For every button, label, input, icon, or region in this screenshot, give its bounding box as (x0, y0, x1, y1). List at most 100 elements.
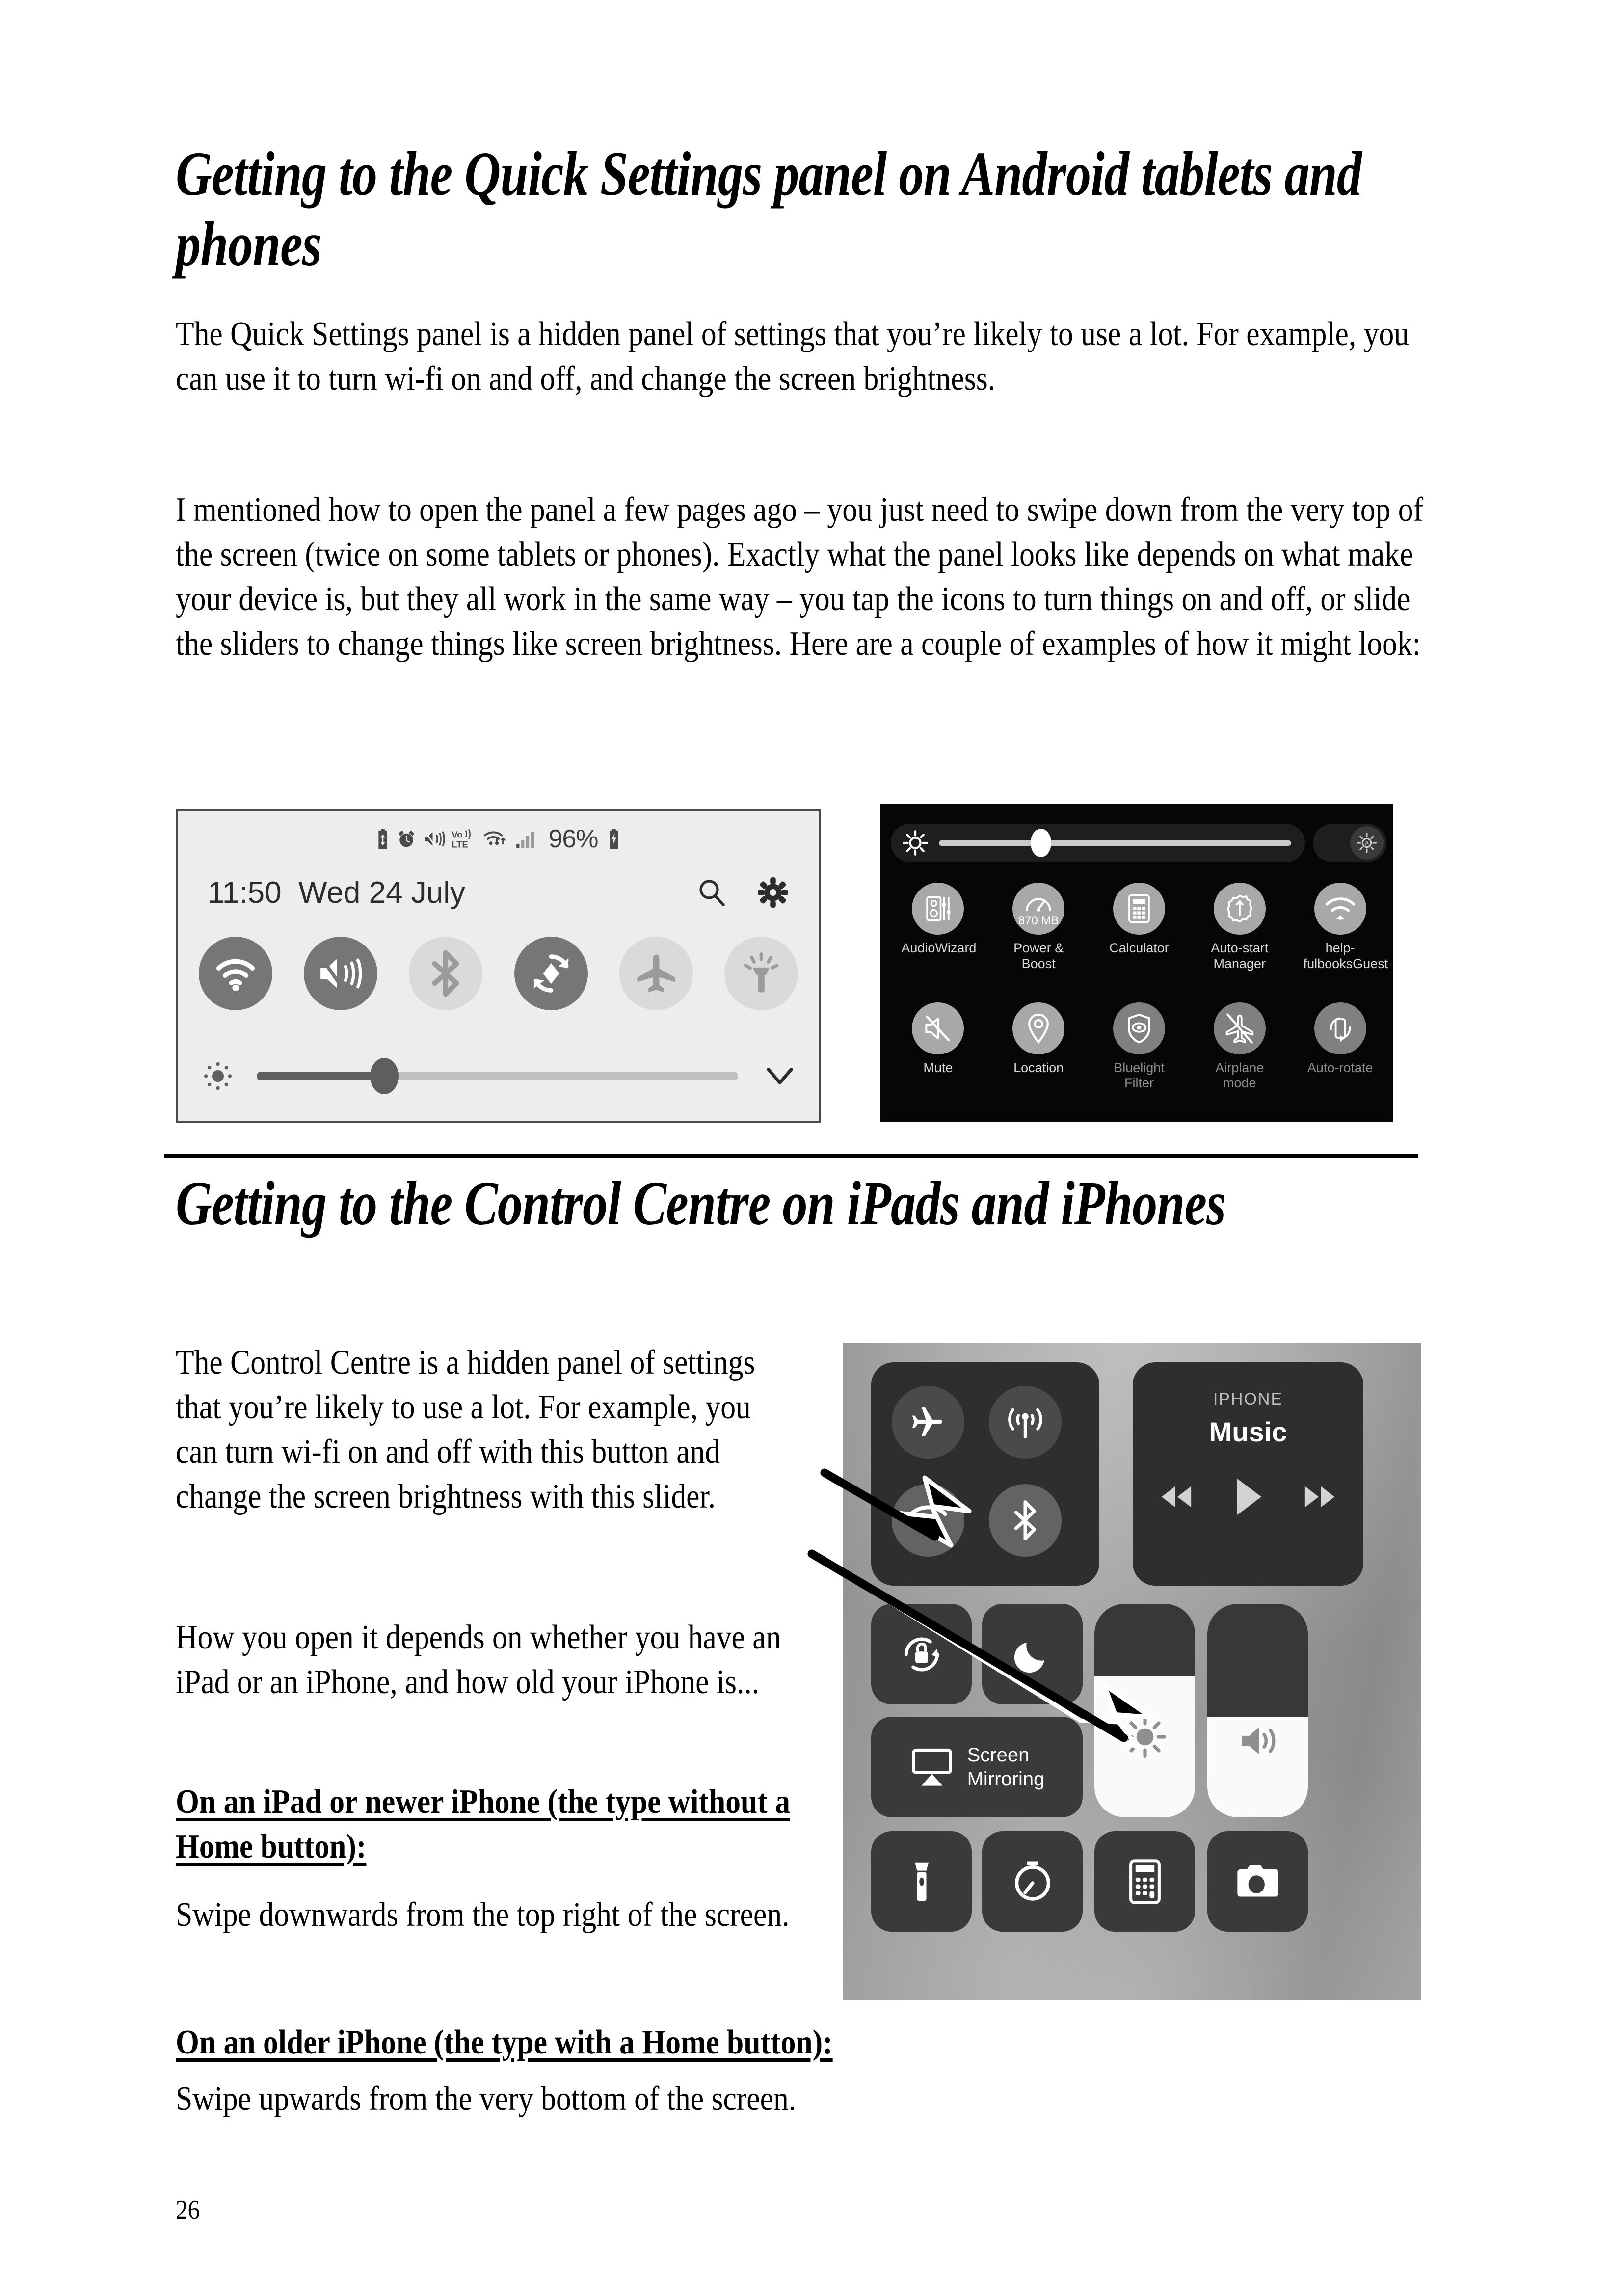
chevron-down-icon[interactable] (765, 1065, 795, 1087)
airplane-off-icon (1213, 1002, 1266, 1054)
battery-saver-icon (378, 829, 388, 849)
toggle-sound-mute[interactable] (304, 937, 378, 1010)
asus-tile-mute[interactable]: Mute (888, 998, 988, 1117)
page-title-ios: Getting to the Control Centre on iPads a… (176, 1168, 1226, 1238)
asus-brightness-row: A (891, 824, 1386, 862)
mute-icon (912, 1002, 964, 1054)
auto-rotate-icon (1314, 1002, 1366, 1054)
vibrate-mute-icon (425, 831, 445, 847)
mute-vibrate-icon (320, 958, 362, 989)
ios-toggle-airplane-mode[interactable] (892, 1386, 964, 1459)
asus-tile-label: help- fulbooksGuest (1303, 941, 1388, 971)
brightness-knob[interactable] (370, 1058, 399, 1094)
toggle-auto-rotate[interactable] (514, 937, 588, 1010)
ios-tile-camera[interactable] (1207, 1831, 1308, 1932)
brightness-slider[interactable] (257, 1058, 738, 1094)
asus-tile-power-boost[interactable]: 870 MB Power & Boost (988, 878, 1089, 998)
asus-tile-label: AudioWizard (901, 941, 977, 955)
toggle-bluetooth[interactable] (409, 937, 483, 1010)
ios-toggle-cellular-data[interactable] (989, 1386, 1062, 1459)
location-pin-icon (1012, 1002, 1065, 1054)
asus-tile-label: Auto-rotate (1307, 1060, 1373, 1075)
ios-tile-rotation-lock[interactable] (871, 1604, 972, 1704)
speedometer-icon: 870 MB (1012, 883, 1065, 935)
ios-connectivity-card (871, 1362, 1099, 1586)
timer-icon (1014, 1861, 1050, 1901)
ios-tile-screen-mirroring[interactable]: Screen Mirroring (871, 1717, 1083, 1817)
volte-icon: Vo LTE (452, 829, 471, 849)
ios-tile-calculator[interactable] (1094, 1831, 1195, 1932)
search-icon[interactable] (696, 877, 727, 908)
airplane-icon (912, 1407, 943, 1436)
asus-quick-settings-panel: A AudioWizard 870 MB Power & Boost Calcu… (880, 804, 1393, 1122)
asus-tile-label: Auto-start Manager (1211, 941, 1269, 971)
svg-text:LTE: LTE (452, 839, 469, 849)
android-toggle-row (199, 934, 798, 1013)
document-page: Getting to the Quick Settings panel on A… (0, 0, 1623, 2296)
asus-tile-calculator[interactable]: Calculator (1089, 878, 1190, 998)
ios-paragraph-1: The Control Centre is a hidden panel of … (176, 1344, 755, 1515)
android-paragraph-2: I mentioned how to open the panel a few … (176, 491, 1424, 663)
ios-volume-slider[interactable] (1207, 1604, 1308, 1817)
asus-brightness-pill[interactable] (891, 824, 1305, 862)
asus-tile-location[interactable]: Location (988, 998, 1089, 1117)
screen-mirroring-icon (911, 1748, 952, 1786)
brightness-icon (1123, 1715, 1166, 1758)
asus-tile-label: Bluelight Filter (1114, 1060, 1165, 1091)
asus-tile-auto-rotate[interactable]: Auto-rotate (1290, 998, 1390, 1117)
brightness-icon (204, 1062, 232, 1090)
calculator-icon (1129, 1859, 1161, 1904)
flashlight-icon (744, 952, 779, 993)
svg-text:Vo: Vo (452, 830, 463, 840)
cellular-icon (1008, 1408, 1042, 1439)
asus-tile-audiowizard[interactable]: AudioWizard (888, 878, 988, 998)
asus-tile-wifi[interactable]: help- fulbooksGuest (1290, 878, 1390, 998)
speaker-icon (1241, 1727, 1275, 1755)
ios-tile-flashlight[interactable] (871, 1831, 972, 1932)
wifi-icon (909, 1505, 947, 1535)
bluetooth-icon (432, 950, 459, 997)
wifi-icon (216, 959, 255, 991)
wifi-data-icon (484, 831, 506, 845)
toggle-flashlight[interactable] (724, 937, 798, 1010)
asus-tile-label: Power & Boost (1013, 941, 1064, 971)
toggle-airplane-mode[interactable] (619, 937, 693, 1010)
ios-paragraph-4: Swipe upwards from the very bottom of th… (176, 2080, 797, 2118)
ios-tile-do-not-disturb[interactable] (982, 1604, 1083, 1704)
android-clock: 11:50 Wed 24 July (208, 875, 466, 910)
alarm-icon (399, 830, 415, 847)
ios-screen-mirroring-label: Screen Mirroring (967, 1744, 1045, 1790)
asus-tile-autostart-manager[interactable]: Auto-start Manager (1189, 878, 1290, 998)
ios-brightness-slider[interactable] (1094, 1604, 1195, 1817)
svg-text:A: A (1365, 840, 1369, 847)
asus-brightness-slider[interactable] (939, 829, 1291, 857)
charging-battery-icon (609, 829, 618, 849)
ios-toggle-wifi[interactable] (892, 1484, 964, 1557)
section-divider (164, 1154, 1418, 1158)
asus-auto-brightness-toggle[interactable]: A (1313, 824, 1386, 862)
moon-icon (1014, 1642, 1044, 1673)
auto-brightness-icon: A (1350, 826, 1384, 860)
ios-music-card[interactable]: IPHONE Music (1133, 1362, 1363, 1586)
asus-tile-label: Airplane mode (1215, 1060, 1264, 1091)
battery-percent-label: 96% (548, 825, 598, 853)
asus-brightness-knob[interactable] (1031, 829, 1052, 857)
asus-tile-label: Mute (923, 1060, 953, 1075)
rotate-icon (533, 954, 569, 993)
asus-tile-airplane-mode[interactable]: Airplane mode (1189, 998, 1290, 1117)
asus-tile-bluelight-filter[interactable]: Bluelight Filter (1089, 998, 1190, 1117)
asus-tile-grid: AudioWizard 870 MB Power & Boost Calcula… (888, 878, 1390, 1117)
toggle-wifi[interactable] (199, 937, 272, 1010)
rewind-icon[interactable] (1158, 1483, 1195, 1511)
calculator-icon (1113, 883, 1165, 935)
ios-toggle-bluetooth[interactable] (989, 1484, 1062, 1557)
android-paragraph-1: The Quick Settings panel is a hidden pan… (176, 315, 1410, 398)
fast-forward-icon[interactable] (1302, 1483, 1338, 1511)
page-number: 26 (176, 2195, 200, 2225)
ios-tile-timer[interactable] (982, 1831, 1083, 1932)
gear-icon[interactable] (757, 876, 789, 909)
auto-start-icon (1213, 883, 1266, 935)
play-icon[interactable] (1231, 1476, 1265, 1517)
brightness-fill (257, 1072, 384, 1080)
android-brightness-row (202, 1054, 795, 1098)
